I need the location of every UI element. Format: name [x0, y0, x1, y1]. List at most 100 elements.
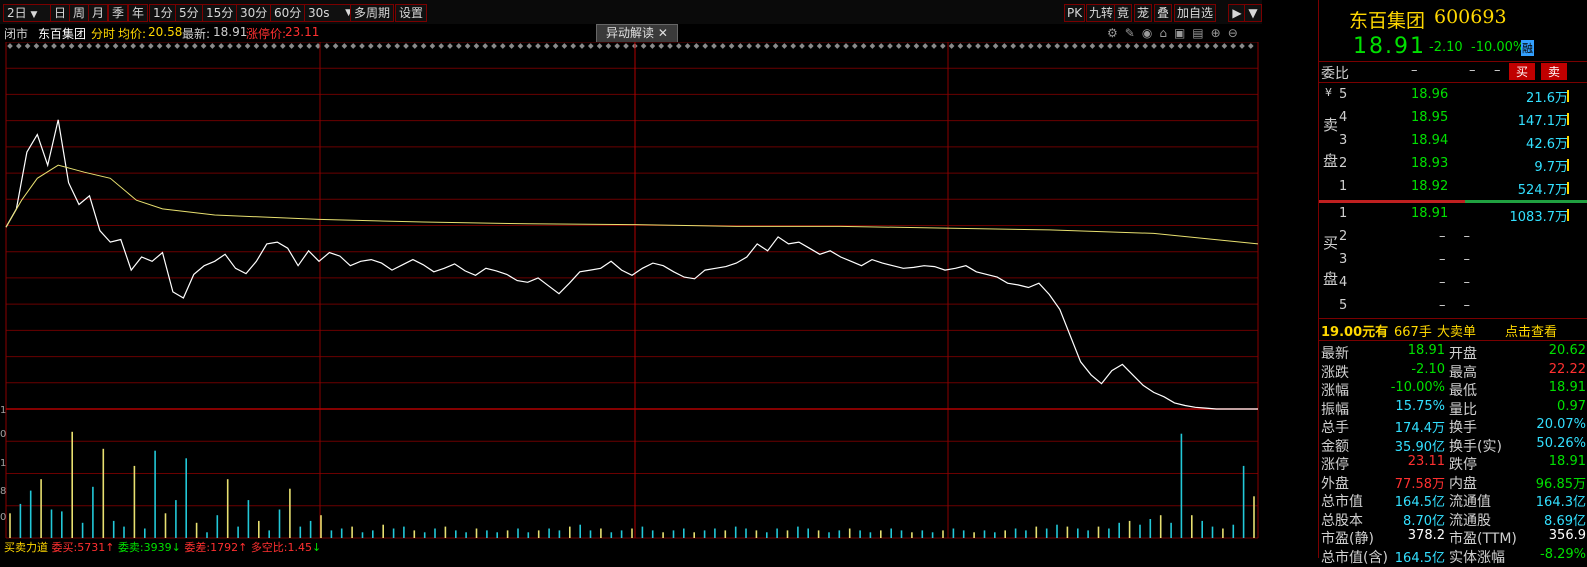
- period-15min-button[interactable]: 15分: [202, 4, 238, 22]
- ask-volume: 42.6万: [1526, 137, 1568, 152]
- home-icon[interactable]: ⌂: [1159, 26, 1174, 40]
- period-60min-button[interactable]: 60分: [270, 4, 306, 22]
- bid-level: 2: [1339, 229, 1348, 244]
- stat-label: 涨幅: [1321, 383, 1349, 399]
- period-year-button[interactable]: 年: [128, 4, 149, 22]
- ask-volume: 147.1万: [1517, 114, 1568, 129]
- add-watchlist-button[interactable]: 加自选: [1174, 4, 1217, 22]
- sell-button[interactable]: 卖: [1541, 63, 1567, 80]
- stat-value: 164.5亿: [1394, 495, 1445, 510]
- gear-icon[interactable]: ⚙: [1107, 26, 1125, 40]
- limit-up-value: 23.11: [285, 25, 320, 39]
- stat-value: 378.2: [1407, 528, 1445, 543]
- period-toolbar: 2日 ▼ 日 周 月 季 年 1分 5分 15分 30分 60分 30s ▼ 多…: [0, 0, 1262, 25]
- long-button[interactable]: 茏: [1134, 4, 1153, 22]
- stat-label: 外盘: [1321, 475, 1349, 492]
- zoom-in-icon[interactable]: ⊕: [1211, 26, 1228, 40]
- period-season-button[interactable]: 季: [108, 4, 129, 22]
- stat-label: 金额: [1321, 438, 1349, 455]
- stat-value: 164.5亿: [1394, 550, 1445, 566]
- stat-value-2: -8.29%: [1540, 546, 1586, 562]
- jiuzhuan-button[interactable]: 九转: [1086, 4, 1117, 22]
- bid-price[interactable]: –: [1439, 252, 1446, 267]
- eye-icon[interactable]: ◉: [1142, 26, 1159, 40]
- bid-strength-bar: [1465, 200, 1587, 203]
- ask-price[interactable]: 18.94: [1411, 133, 1448, 148]
- stat-label-2: 量比: [1449, 401, 1477, 418]
- stat-value-2: 20.07%: [1536, 417, 1586, 432]
- period-5min-button[interactable]: 5分: [175, 4, 203, 22]
- period-30s-label: 30s: [308, 6, 330, 20]
- ask-marker: [1567, 159, 1569, 171]
- ask-volume: 524.7万: [1517, 183, 1568, 198]
- trash-icon[interactable]: ▤: [1192, 26, 1210, 40]
- stat-label: 总手: [1321, 420, 1349, 436]
- stat-value-2: 164.3亿: [1535, 495, 1586, 510]
- ask-marker: [1567, 113, 1569, 125]
- period-30s-select[interactable]: 30s ▼: [304, 4, 356, 22]
- settings-button[interactable]: 设置: [395, 4, 428, 22]
- margin-badge: 融: [1521, 40, 1534, 56]
- jing-button[interactable]: 竟: [1114, 4, 1133, 22]
- bid-price[interactable]: –: [1439, 275, 1446, 290]
- buy-side-label-2: 盘: [1323, 270, 1339, 288]
- bid-price[interactable]: 18.91: [1411, 206, 1448, 221]
- yen-icon: ¥: [1325, 86, 1332, 99]
- period-select-2day[interactable]: 2日 ▼: [3, 4, 51, 22]
- buy-side-label: 买: [1323, 234, 1339, 252]
- period-30min-button[interactable]: 30分: [236, 4, 272, 22]
- period-week-button[interactable]: 周: [69, 4, 90, 22]
- anomaly-interpret-button[interactable]: 异动解读 ✕: [596, 24, 678, 43]
- period-day-button[interactable]: 日: [50, 4, 71, 22]
- bigorder-type: 大卖单: [1437, 325, 1477, 340]
- bigorder-price: 19.00元有: [1321, 325, 1389, 340]
- stat-value-2: 50.26%: [1536, 435, 1586, 451]
- chevron-down-icon[interactable]: ▼: [1244, 4, 1262, 22]
- ratio-label: 多空比:: [250, 541, 288, 554]
- bigorder-volume: 667手: [1394, 325, 1432, 340]
- bid-volume: –: [1463, 229, 1471, 244]
- ask-price[interactable]: 18.93: [1411, 156, 1448, 171]
- period-month-button[interactable]: 月: [88, 4, 109, 22]
- panel-pct: -10.00%: [1471, 40, 1526, 55]
- diff-value: 1792: [210, 541, 239, 554]
- left-edge-tick: 1: [0, 405, 6, 416]
- bigorder-view-link[interactable]: 点击查看: [1505, 321, 1557, 340]
- stat-label: 振幅: [1321, 401, 1349, 418]
- ask-price[interactable]: 18.92: [1411, 179, 1448, 194]
- bid-level: 5: [1339, 298, 1348, 313]
- arrow-up-icon: ↑: [238, 541, 248, 554]
- ask-level: 1: [1339, 179, 1348, 194]
- pk-button[interactable]: PK: [1064, 4, 1086, 22]
- pen-icon[interactable]: ✎: [1125, 26, 1142, 40]
- period-1min-button[interactable]: 1分: [149, 4, 177, 22]
- last-price-value: 18.91: [213, 25, 248, 39]
- lock-icon[interactable]: ▣: [1174, 26, 1192, 40]
- left-edge-tick: 0: [0, 512, 6, 523]
- stat-value-2: 356.9: [1548, 528, 1586, 543]
- stat-value: 15.75%: [1395, 398, 1445, 414]
- bid-price[interactable]: –: [1439, 229, 1446, 244]
- ask-price[interactable]: 18.96: [1411, 87, 1448, 102]
- zoom-out-icon[interactable]: ⊖: [1228, 26, 1245, 40]
- stat-label: 总市值(含): [1321, 549, 1388, 566]
- chart-mode: 分时: [91, 27, 116, 41]
- multi-period-button[interactable]: 多周期: [350, 4, 395, 22]
- quote-panel: 东百集团 600693 18.91 -2.10 -10.00% 融 委比 – –…: [1318, 0, 1587, 566]
- stat-value: 8.70亿: [1403, 513, 1445, 529]
- ratio-value: 1.45: [287, 541, 313, 554]
- close-icon[interactable]: ✕: [658, 26, 668, 40]
- stat-value-2: 96.85万: [1535, 476, 1586, 492]
- anomaly-interpret-label: 异动解读: [606, 26, 655, 40]
- stat-label-2: 最高: [1449, 364, 1477, 381]
- ask-price[interactable]: 18.95: [1411, 110, 1448, 125]
- overlay-button[interactable]: 叠: [1154, 4, 1173, 22]
- order-force-label: 买卖力道: [4, 541, 48, 554]
- bid-volume: –: [1463, 298, 1471, 313]
- bid-price[interactable]: –: [1439, 298, 1446, 313]
- ask-level: 5: [1339, 87, 1348, 102]
- buy-button[interactable]: 买: [1509, 63, 1535, 80]
- chart-grid: [0, 42, 1262, 558]
- stat-label-2: 内盘: [1449, 475, 1477, 492]
- intraday-chart[interactable]: 10.00%8.59%7.19%5.73%4.32%2.86%1.46%0.00…: [0, 42, 1262, 558]
